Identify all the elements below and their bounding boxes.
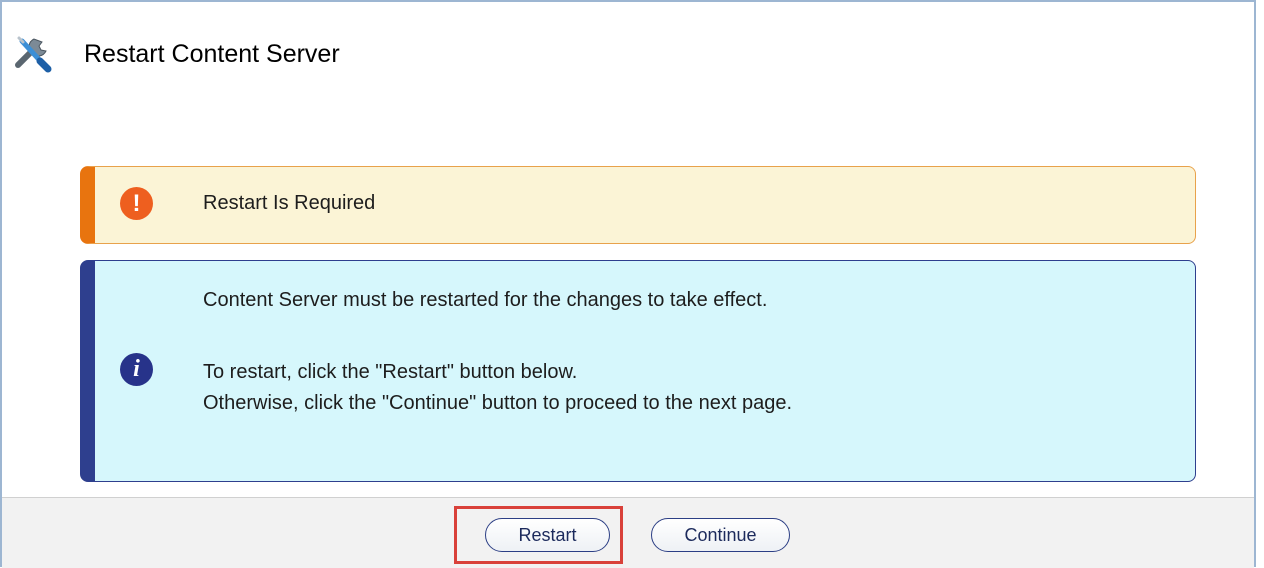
page-title: Restart Content Server xyxy=(84,39,340,68)
info-message-line: To restart, click the "Restart" button b… xyxy=(203,361,578,383)
page-frame: Restart Content Server ! Restart Is Requ… xyxy=(0,0,1256,567)
page-header: Restart Content Server xyxy=(10,24,340,84)
restart-button[interactable]: Restart xyxy=(485,518,610,552)
button-bar: Restart Continue xyxy=(2,497,1254,568)
info-icon: i xyxy=(120,353,153,386)
continue-button[interactable]: Continue xyxy=(651,518,790,552)
restart-required-alert: ! Restart Is Required xyxy=(80,166,1196,244)
info-message-line: Content Server must be restarted for the… xyxy=(203,289,768,311)
restart-info-alert: i Content Server must be restarted for t… xyxy=(80,260,1196,482)
info-message-line: Otherwise, click the "Continue" button t… xyxy=(203,392,792,414)
warning-message: Restart Is Required xyxy=(203,192,376,214)
exclamation-icon: ! xyxy=(120,187,153,220)
tools-icon xyxy=(10,31,56,77)
